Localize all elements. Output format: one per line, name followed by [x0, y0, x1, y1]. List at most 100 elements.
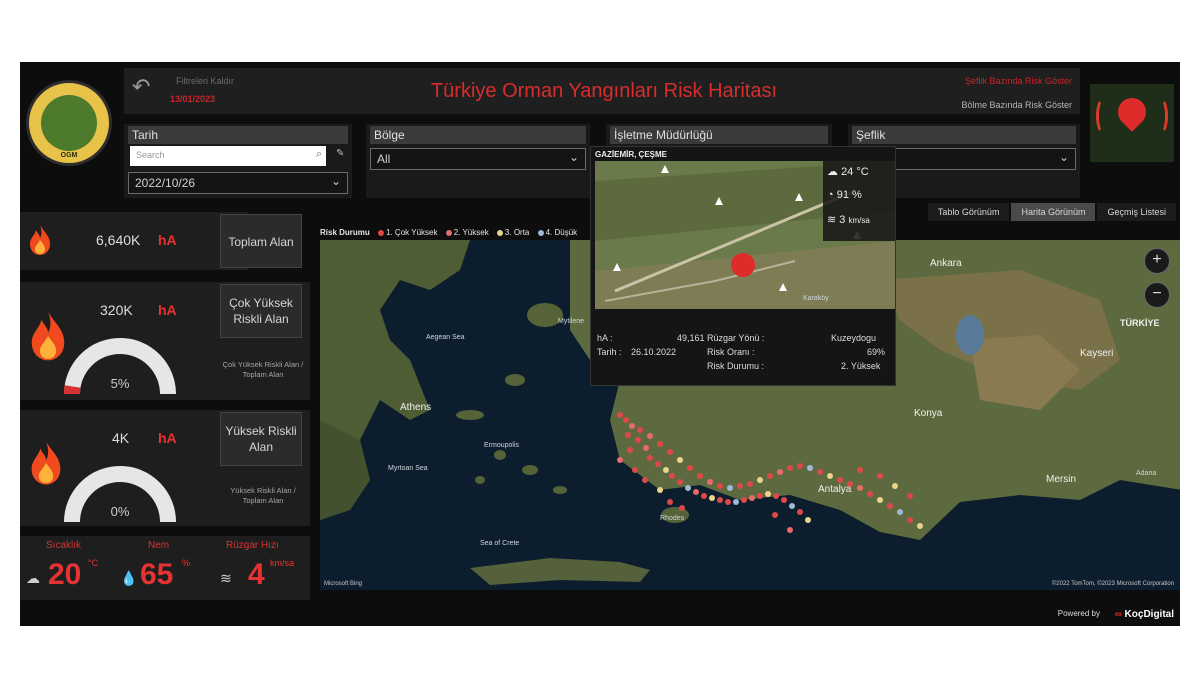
ogm-logo: OGM [26, 80, 112, 166]
sicaklik-value: 20 [48, 558, 82, 591]
isletme-label: İşletme Müdürlüğü [610, 126, 828, 144]
map-label-turkiye: TÜRKİYE [1120, 318, 1160, 328]
legend-item: 4. Düşük [545, 228, 578, 237]
tarih-search-input[interactable]: Search ⌕ [130, 146, 326, 166]
tooltip-risk-durumu-label: Risk Durumu : [707, 361, 765, 371]
toplam-alan-button[interactable]: Toplam Alan [220, 214, 302, 268]
weather-card: Sıcaklık ☁ 20 °C Nem 💧 65 % Rüzgar Hızı … [20, 536, 310, 600]
toplam-value: 6,640K [96, 232, 141, 248]
clear-filters-label[interactable]: Filtreleri Kaldır [176, 76, 234, 86]
yuksek-gauge-pct: 0% [110, 504, 130, 519]
droplet-icon: 💧 [120, 570, 138, 586]
legend-item: 1. Çok Yüksek [386, 228, 438, 237]
sicaklik-unit: °C [88, 558, 99, 568]
bolme-risk-link[interactable]: Bölme Bazında Risk Göster [961, 100, 1072, 110]
wind-icon: ≋ [220, 570, 232, 586]
toplam-alan-card: 6,640K hA Toplam Alan [20, 212, 302, 270]
search-icon: ⌕ [315, 148, 322, 160]
map-label-athens: Athens [400, 402, 432, 413]
nem-unit: % [182, 558, 191, 568]
cok-yuksek-gauge: 5% [63, 338, 176, 398]
legend-dot [496, 229, 503, 236]
tooltip-title: GAZİEMİR, ÇEŞME [595, 150, 668, 159]
map-label-adana: Adana [1136, 470, 1157, 477]
cloud-sun-icon: ☁ [26, 570, 40, 586]
bing-logo: Microsoft Bing [324, 581, 363, 587]
risk-legend: Risk Durumu 1. Çok Yüksek 2. Yüksek 3. O… [320, 228, 577, 237]
yuksek-value: 4K [112, 430, 130, 446]
tarih-dropdown[interactable]: 2022/10/26 ⌄ [128, 172, 348, 194]
page-title: Türkiye Orman Yangınları Risk Haritası [430, 80, 778, 102]
satellite-thumbnail: Karaköy ☁ 24 °C ◔ 91 % ≋ 3 km/sa [595, 161, 895, 309]
tooltip-wind: ≋ 3 km/sa [827, 214, 870, 226]
location-tooltip: GAZİEMİR, ÇEŞME Karaköy ☁ 24 °C ◔ 91 % ≋… [590, 146, 896, 386]
chevron-down-icon: ⌄ [330, 174, 341, 188]
yuksek-gauge: 0% [64, 466, 176, 526]
legend-item: 2. Yüksek [453, 228, 489, 237]
ruzgar-unit: km/sa [270, 558, 295, 568]
seflik-risk-link[interactable]: Şeflik Bazında Risk Göster [965, 76, 1072, 86]
map-label-ermoupolis: Ermoupolis [484, 442, 520, 449]
cok-yuksek-gauge-pct: 5% [110, 376, 130, 391]
ruzgar-value: 4 [248, 558, 265, 591]
cok-yuksek-button[interactable]: Çok Yüksek Riskli Alan [220, 284, 302, 338]
seflik-label: Şeflik [852, 126, 1076, 144]
yuksek-card: 4K hA Yüksek Riskli Alan 0% Yüksek Riskl… [20, 410, 310, 526]
tooltip-risk-orani-label: Risk Oranı : [707, 347, 755, 357]
cok-yuksek-note: Çok Yüksek Riskli Alan / Toplam Alan [222, 360, 304, 379]
tooltip-ha-label: hA : [597, 333, 613, 343]
yuksek-button[interactable]: Yüksek Riskli Alan [220, 412, 302, 466]
tab-tablo[interactable]: Tablo Görünüm [927, 203, 1010, 221]
tooltip-tarih-value: 26.10.2022 [631, 347, 677, 357]
map-label-mersin: Mersin [1046, 474, 1077, 485]
tooltip-place: Karaköy [803, 295, 829, 302]
legend-dot [537, 229, 544, 236]
fire-alert-icon [1090, 84, 1174, 162]
nem-value: 65 [140, 558, 174, 591]
map-label-ankara: Ankara [930, 258, 962, 269]
bolge-slicer: Bölge All ⌄ [366, 124, 590, 198]
map-label-kayseri: Kayseri [1080, 348, 1114, 359]
brand-logo: ∞ KoçDigital [1114, 609, 1174, 620]
view-tabs: Tablo Görünüm Harita Görünüm Geçmiş List… [927, 203, 1176, 221]
bolge-label: Bölge [370, 126, 586, 144]
ruzgar-label: Rüzgar Hızı [226, 540, 279, 551]
tab-harita[interactable]: Harita Görünüm [1011, 203, 1096, 221]
cok-yuksek-card: 320K hA Çok Yüksek Riskli Alan 5% Çok Yü… [20, 282, 310, 400]
map-label-myrtoan: Myrtoan Sea [388, 465, 428, 472]
legend-dot [378, 229, 385, 236]
tarih-value: 2022/10/26 [135, 176, 196, 190]
toplam-unit: hA [158, 232, 177, 248]
tab-gecmis[interactable]: Geçmiş Listesi [1097, 203, 1176, 221]
legend-item: 3. Orta [504, 228, 530, 237]
logo-text: OGM [60, 152, 78, 159]
zoom-in-button[interactable]: + [1144, 248, 1170, 274]
zoom-out-button[interactable]: − [1144, 282, 1170, 308]
filter-date: 13/01/2023 [170, 94, 216, 104]
map-label-mytilene: Mytilene [558, 318, 585, 325]
dashboard-frame: OGM ↶ Filtreleri Kaldır 13/01/2023 Türki… [20, 62, 1180, 626]
powered-by-label: Powered by [1057, 609, 1100, 618]
tooltip-risk-orani-value: 69% [867, 347, 886, 357]
chevron-down-icon: ⌄ [568, 150, 579, 164]
header-bar: ↶ Filtreleri Kaldır 13/01/2023 Türkiye O… [124, 68, 1080, 114]
tooltip-ruzgar-value: Kuzeydogu [831, 333, 877, 343]
tooltip-risk-durumu-value: 2. Yüksek [841, 361, 881, 371]
tarih-slicer: Tarih Search ⌕ ✎ 2022/10/26 ⌄ [124, 124, 352, 198]
bolge-dropdown[interactable]: All ⌄ [370, 148, 586, 170]
cloud-icon: ☁ [827, 166, 842, 178]
tooltip-weather: ☁ 24 °C ◔ 91 % ≋ 3 km/sa [823, 161, 895, 241]
eraser-icon[interactable]: ✎ [336, 148, 344, 159]
flame-icon [31, 441, 61, 485]
map-label-antalya: Antalya [818, 484, 852, 495]
yuksek-unit: hA [158, 430, 177, 446]
yuksek-note: Yüksek Riskli Alan / Toplam Alan [230, 486, 296, 505]
map-label-aegean: Aegean Sea [426, 334, 465, 341]
tooltip-tarih-label: Tarih : [597, 347, 622, 357]
flame-icon [31, 311, 65, 361]
search-placeholder: Search [136, 150, 165, 160]
back-arrow-icon[interactable]: ↶ [132, 74, 150, 100]
wind-icon: ≋ [827, 214, 840, 226]
bolge-value: All [377, 152, 391, 166]
logo-tree-emblem [41, 95, 97, 151]
